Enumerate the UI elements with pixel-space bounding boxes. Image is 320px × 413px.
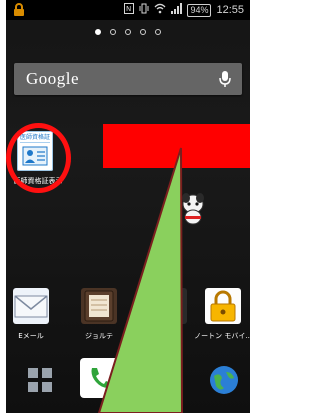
wifi-icon (154, 3, 166, 17)
page-indicator (6, 29, 250, 35)
page-dot[interactable] (125, 29, 131, 35)
mic-icon[interactable] (218, 70, 232, 88)
page-dot[interactable] (155, 29, 161, 35)
apps-grid-icon[interactable] (24, 364, 56, 396)
mail-icon[interactable] (13, 288, 49, 324)
lock-icon[interactable] (205, 288, 241, 324)
phone-screen: N 94% 12:55 Google 医師資格証 医師資格証表示 Eメール ジョ… (6, 0, 250, 413)
status-bar: N 94% 12:55 (6, 0, 250, 20)
sim-lock-icon (12, 3, 26, 17)
status-icons: N 94% 12:55 (124, 3, 244, 17)
redacted-widget (103, 124, 250, 168)
battery-level: 94% (187, 3, 212, 17)
clock: 12:55 (216, 4, 244, 16)
phone-icon[interactable] (80, 358, 120, 398)
mascot-widget-icon[interactable] (176, 190, 210, 226)
planner-app-label: ジョルテ (85, 332, 113, 340)
planner-icon[interactable] (81, 288, 117, 324)
svg-text:N: N (126, 5, 131, 13)
page-dot[interactable] (95, 29, 101, 35)
highlight-circle-annotation (6, 123, 71, 193)
mail-app-label: Eメール (18, 332, 44, 340)
google-search-bar[interactable]: Google (14, 63, 242, 95)
page-dot[interactable] (110, 29, 116, 35)
hidden-app-icon[interactable] (151, 288, 187, 324)
google-logo: Google (26, 69, 80, 88)
page-dot[interactable] (140, 29, 146, 35)
norton-app-label: ノートン モバイ.. (194, 332, 250, 340)
nfc-icon: N (124, 3, 135, 17)
signal-icon (171, 3, 183, 17)
vibrate-icon (139, 3, 149, 17)
browser-globe-icon[interactable] (208, 364, 240, 396)
